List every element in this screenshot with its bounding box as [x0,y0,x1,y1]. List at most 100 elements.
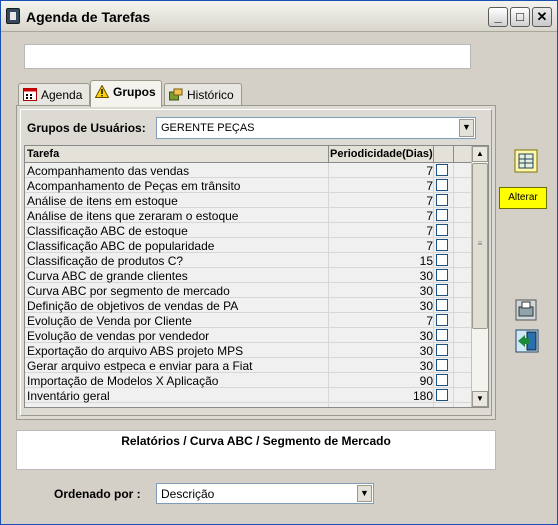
exit-door-icon[interactable] [515,329,539,353]
task-days: 7 [426,224,433,238]
task-days: 180 [412,389,433,403]
task-name: Análise de itens que zeraram o estoque [27,209,239,223]
task-name: Classificação ABC de estoque [27,224,188,238]
row-checkbox[interactable] [436,179,448,191]
row-checkbox[interactable] [436,389,448,401]
task-name: Curva ABC de grande clientes [27,269,188,283]
table-row[interactable]: Importação de Modelos X Aplicação 90 [25,373,472,388]
window-title: Agenda de Tarefas [26,9,151,25]
row-checkbox[interactable] [436,299,448,311]
tab-grupos-label: Grupos [113,85,156,99]
order-by-value: Descrição [161,487,215,501]
task-name: Acompanhamento das vendas [27,164,190,178]
row-checkbox[interactable] [436,314,448,326]
table-scrollbar[interactable]: ▲ ≡ ▼ [471,146,488,407]
tasks-table: Tarefa Periodicidade(Dias) Acompanhament… [24,145,489,408]
table-row[interactable]: Inventário geral 180 [25,388,472,403]
close-button[interactable]: ✕ [532,7,552,27]
table-row[interactable]: Exportação do arquivo ABS projeto MPS 30 [25,343,472,358]
order-by-select[interactable]: Descrição ▼ [156,483,374,504]
row-checkbox[interactable] [436,269,448,281]
app-window: Agenda de Tarefas _ □ ✕ Agenda Grupos Hi… [0,0,558,525]
task-days: 90 [419,374,433,388]
top-text-field[interactable] [24,44,471,69]
user-groups-label: Grupos de Usuários: [27,121,146,135]
task-days: 30 [419,269,433,283]
row-checkbox[interactable] [436,224,448,236]
table-row[interactable]: Curva ABC por segmento de mercado 30 [25,283,472,298]
table-row[interactable]: Evolução de Venda por Cliente 7 [25,313,472,328]
table-row[interactable]: Classificação de produtos C? 15 [25,253,472,268]
description-box: Relatórios / Curva ABC / Segmento de Mer… [16,430,496,470]
chevron-down-icon[interactable]: ▼ [357,485,372,502]
table-header: Tarefa Periodicidade(Dias) [25,146,472,163]
table-row[interactable]: Classificação ABC de popularidade 7 [25,238,472,253]
task-days: 30 [419,299,433,313]
table-row[interactable]: Evolução de vendas por vendedor 30 [25,328,472,343]
edit-grid-icon[interactable] [514,149,538,173]
table-row[interactable]: Acompanhamento de Peças em trânsito 7 [25,178,472,193]
task-name: Classificação ABC de popularidade [27,239,215,253]
title-bar[interactable]: Agenda de Tarefas _ □ ✕ [1,1,557,32]
task-name: Gerar arquivo estpeca e enviar para a Fi… [27,359,253,373]
task-days: 15 [419,254,433,268]
row-checkbox[interactable] [436,164,448,176]
task-name: Definição de objetivos de vendas de PA [27,299,239,313]
row-checkbox[interactable] [436,254,448,266]
table-row[interactable]: Classificação ABC de estoque 7 [25,223,472,238]
tab-historico[interactable]: Histórico [164,83,242,106]
scroll-up-icon[interactable]: ▲ [472,146,488,162]
table-row[interactable]: Gerar arquivo estpeca e enviar para a Fi… [25,358,472,373]
table-row[interactable]: Acompanhamento das vendas 7 [25,163,472,178]
table-row[interactable]: Curva ABC de grande clientes 30 [25,268,472,283]
user-groups-value: GERENTE PEÇAS [161,122,255,134]
task-days: 30 [419,344,433,358]
table-row[interactable]: Análise de itens que zeraram o estoque 7 [25,208,472,223]
task-name: Acompanhamento de Peças em trânsito [27,179,241,193]
chevron-down-icon[interactable]: ▼ [459,119,474,137]
task-name: Classificação de produtos C? [27,254,184,268]
order-by-label: Ordenado por : [54,487,141,501]
task-days: 30 [419,359,433,373]
app-icon [6,8,20,24]
warning-icon [95,85,109,98]
print-icon[interactable] [515,299,537,321]
row-checkbox[interactable] [436,344,448,356]
task-name: Evolução de Venda por Cliente [27,314,192,328]
table-row[interactable]: Definição de objetivos de vendas de PA 30 [25,298,472,313]
task-name: Análise de itens em estoque [27,194,178,208]
task-days: 7 [426,239,433,253]
scroll-down-icon[interactable]: ▼ [472,391,488,407]
maximize-button[interactable]: □ [510,7,530,27]
row-checkbox[interactable] [436,359,448,371]
row-checkbox[interactable] [436,374,448,386]
tab-agenda[interactable]: Agenda [18,83,90,106]
column-header-periodicidade[interactable]: Periodicidade(Dias) [330,148,433,160]
calendar-icon [23,88,37,101]
task-name: Importação de Modelos X Aplicação [27,374,219,388]
description-text: Relatórios / Curva ABC / Segmento de Mer… [121,434,391,448]
row-checkbox[interactable] [436,209,448,221]
task-days: 7 [426,164,433,178]
row-checkbox[interactable] [436,329,448,341]
task-days: 30 [419,329,433,343]
user-groups-select[interactable]: GERENTE PEÇAS ▼ [156,117,476,139]
task-days: 7 [426,194,433,208]
row-checkbox[interactable] [436,194,448,206]
task-days: 7 [426,179,433,193]
task-name: Curva ABC por segmento de mercado [27,284,230,298]
row-checkbox[interactable] [436,239,448,251]
task-name: Evolução de vendas por vendedor [27,329,210,343]
column-header-tarefa[interactable]: Tarefa [27,148,59,160]
task-name: Exportação do arquivo ABS projeto MPS [27,344,244,358]
row-checkbox[interactable] [436,284,448,296]
minimize-button[interactable]: _ [488,7,508,27]
table-body: Acompanhamento das vendas 7 Acompanhament… [25,163,472,403]
task-days: 7 [426,209,433,223]
tab-agenda-label: Agenda [41,88,83,102]
alterar-button[interactable]: Alterar [499,187,547,209]
table-row[interactable]: Análise de itens em estoque 7 [25,193,472,208]
tab-historico-label: Histórico [187,88,234,102]
scroll-thumb[interactable]: ≡ [472,163,488,329]
tab-grupos[interactable]: Grupos [90,80,162,107]
